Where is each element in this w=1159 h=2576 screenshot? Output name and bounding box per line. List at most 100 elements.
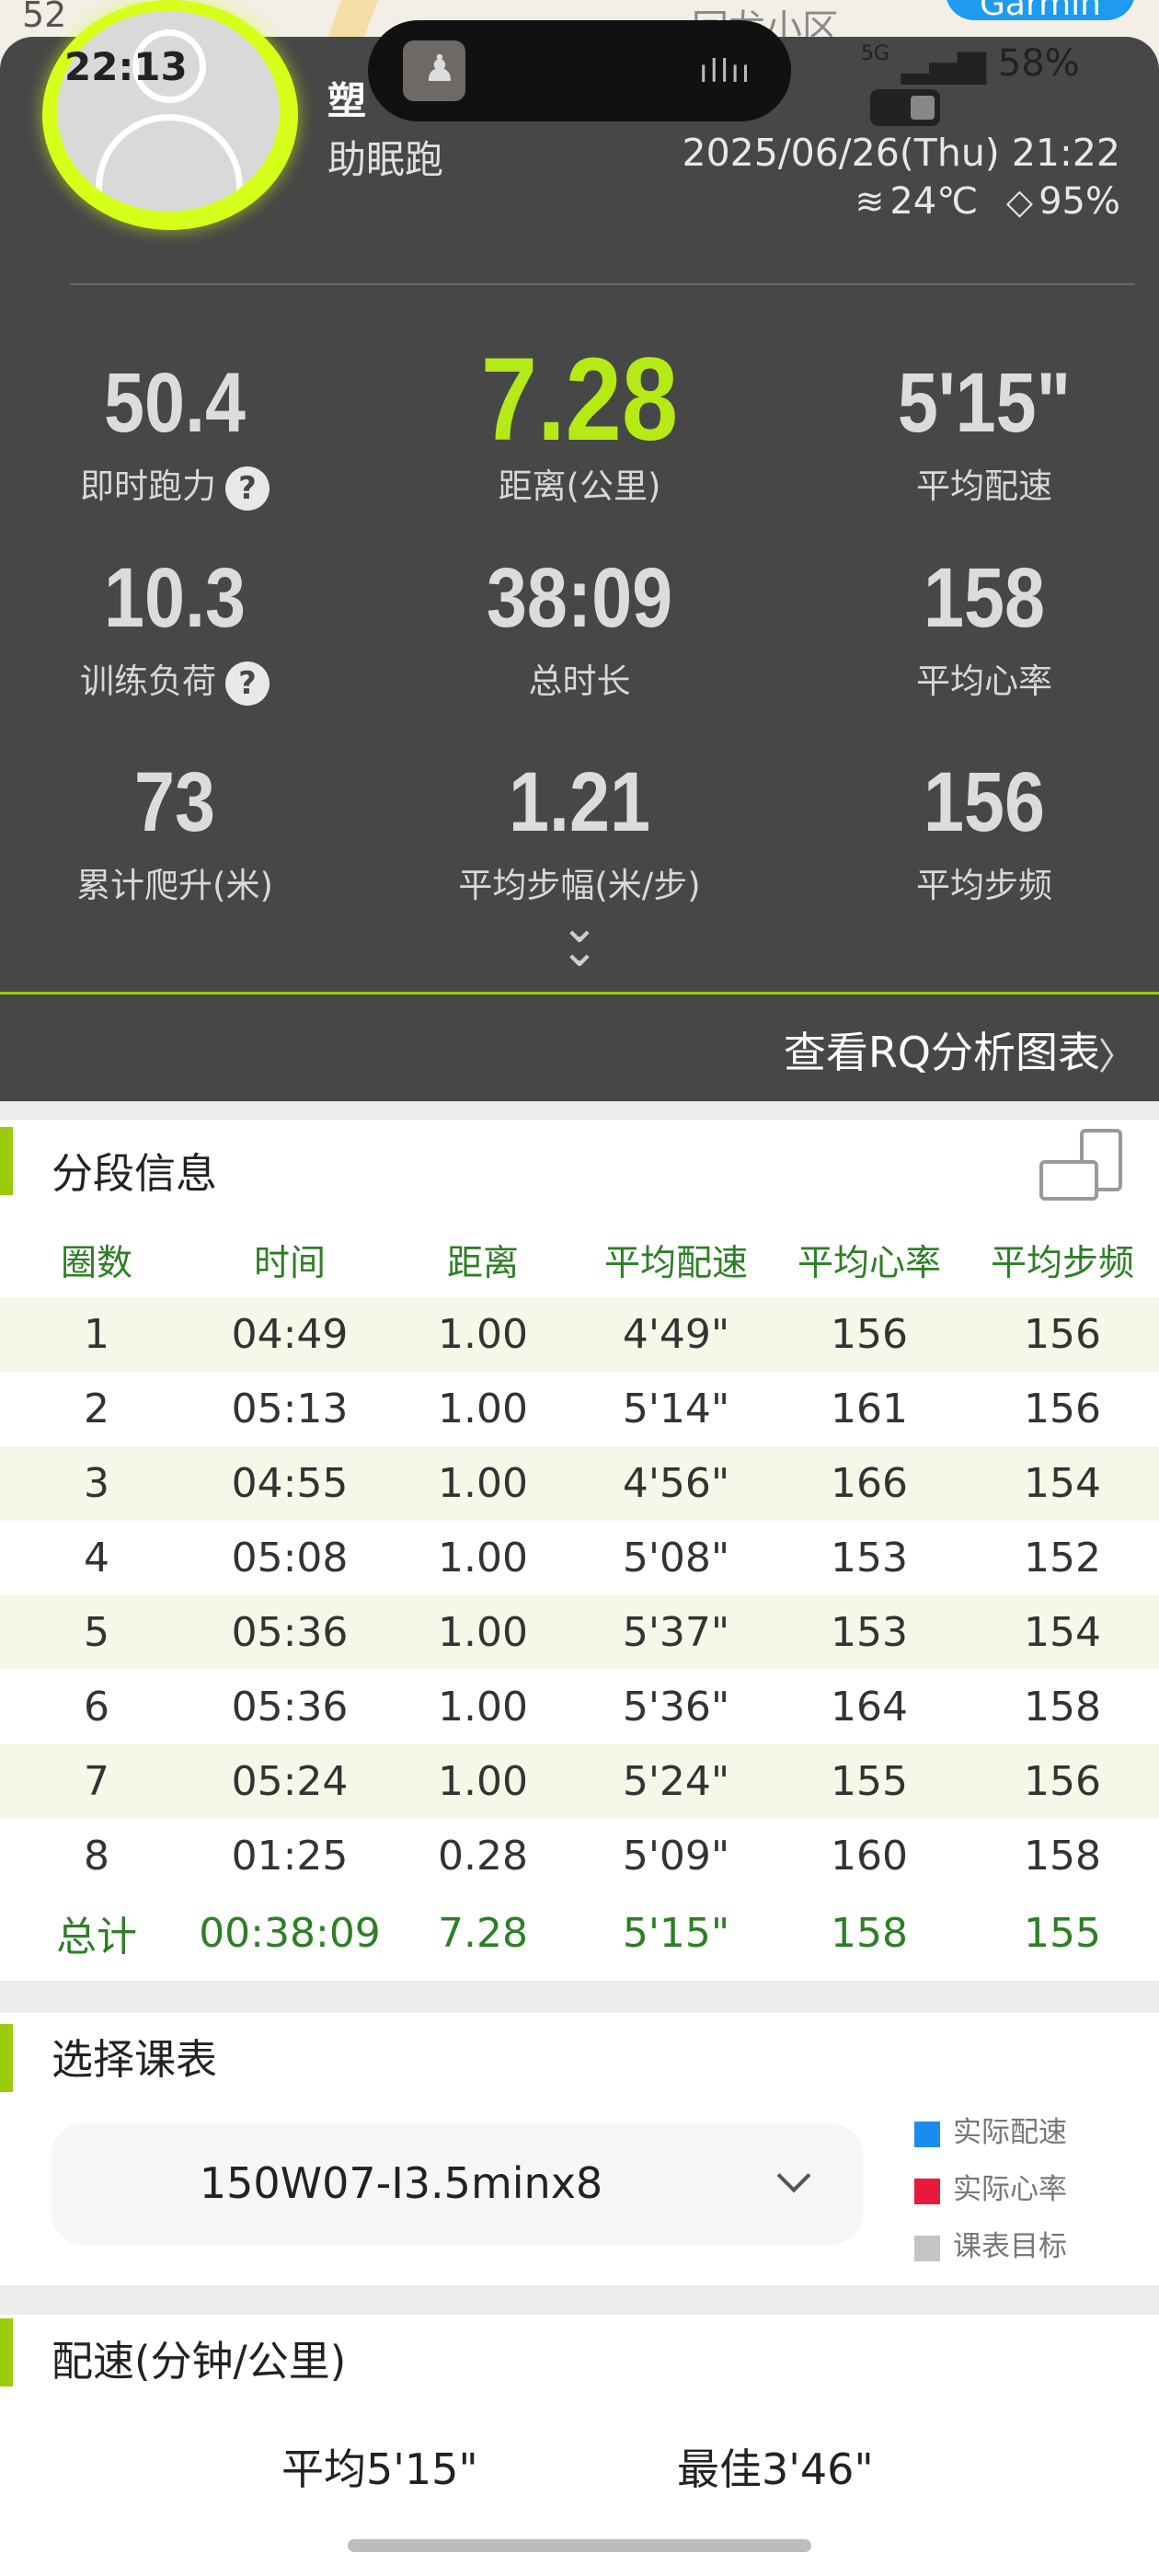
figure-icon: ♟	[423, 48, 456, 90]
rotate-screen-icon-landscape	[1039, 1160, 1098, 1201]
table-cell: 158	[1024, 1833, 1101, 1880]
stat-elevation-gain: 73 累计爬升(米)	[0, 756, 368, 907]
battery-icon	[870, 89, 940, 126]
table-cell: 4'56"	[622, 1460, 730, 1507]
column-header: 平均配速	[603, 1242, 748, 1284]
section-title: 选择课表	[52, 2035, 218, 2084]
humidity-icon: ◇	[1005, 181, 1034, 222]
stat-vdot: 50.4 即时跑力?	[0, 357, 368, 511]
table-cell: 5'09"	[622, 1833, 730, 1880]
legend-label: 课表目标	[953, 2230, 1067, 2263]
legend-item: 课表目标	[914, 2223, 1067, 2264]
table-cell: 1	[84, 1311, 109, 1358]
total-cell: 5'15"	[622, 1909, 730, 1957]
table-cell: 154	[1024, 1609, 1101, 1656]
column-header: 时间	[253, 1242, 326, 1284]
total-cell: 7.28	[438, 1909, 528, 1957]
dynamic-island[interactable]: ♟ ıllıı	[368, 20, 791, 121]
table-cell: 156	[1024, 1311, 1101, 1358]
wind-icon: ≋	[855, 181, 885, 222]
table-row: 1 04:49 1.00 4'49" 156 156	[0, 1297, 1159, 1372]
table-cell: 153	[831, 1535, 908, 1581]
section-accent-bar	[0, 2024, 13, 2092]
stat-value: 38:09	[486, 551, 673, 645]
table-total-row: 总计 00:38:09 7.28 5'15" 158 155	[0, 1893, 1159, 1972]
table-cell: 5'37"	[622, 1609, 730, 1656]
legend-swatch	[914, 2178, 940, 2204]
avatar[interactable]	[57, 11, 280, 212]
stat-label: 平均配速	[916, 466, 1052, 506]
legend-swatch	[914, 2121, 940, 2147]
table-cell: 161	[831, 1386, 908, 1432]
stat-label: 总时长	[528, 661, 631, 701]
table-cell: 1.00	[438, 1609, 528, 1656]
table-cell: 152	[1024, 1535, 1101, 1581]
column-header: 距离	[446, 1242, 519, 1284]
stat-stride-length: 1.21 平均步幅(米/步)	[386, 756, 773, 907]
stat-distance: 7.28 距离(公里)	[386, 340, 773, 508]
table-cell: 6	[84, 1684, 109, 1731]
column-header: 平均心率	[797, 1242, 941, 1284]
stat-label: 平均心率	[916, 661, 1052, 701]
table-cell: 1.00	[438, 1311, 528, 1358]
table-cell: 5'36"	[622, 1684, 730, 1731]
table-cell: 164	[831, 1684, 908, 1731]
chevron-right-icon[interactable]: 〉	[1098, 1027, 1135, 1080]
table-cell: 7	[84, 1758, 109, 1805]
help-icon[interactable]: ?	[225, 466, 270, 511]
legend-item: 实际心率	[914, 2166, 1067, 2207]
run-summary-card: 22:13 ♟ ıllıı 5G ▂▄▆ 58% 塑 助眠跑 2025/06/2…	[0, 0, 1159, 1101]
table-cell: 1.00	[438, 1684, 528, 1731]
signal-icon: ▂▄▆	[901, 42, 987, 85]
table-cell: 1.00	[438, 1386, 528, 1432]
home-indicator[interactable]	[348, 2539, 811, 2552]
battery-percent: 58%	[997, 42, 1080, 85]
table-row: 5 05:36 1.00 5'37" 153 154	[0, 1595, 1159, 1670]
table-body: 1 04:49 1.00 4'49" 156 156 2 05:13 1.00 5'14" 161 1…	[0, 1297, 1159, 1893]
splits-section: 分段信息 圈数 时间 距离 平均配速 平均心率 平均步频 1 04:49 1.00 4…	[0, 1120, 1159, 1981]
table-cell: 04:55	[231, 1460, 349, 1507]
table-cell: 01:25	[231, 1833, 349, 1880]
stat-avg-pace: 5'15" 平均配速	[791, 357, 1159, 508]
rotate-screen-icon[interactable]	[1039, 1129, 1122, 1202]
expand-chevron-icon[interactable]: ⌄ ⌄	[548, 903, 611, 973]
run-datetime: 2025/06/26(Thu) 21:22	[682, 131, 1120, 175]
pace-average: 平均5'15"	[281, 2444, 478, 2494]
temperature: 24℃	[889, 180, 979, 223]
stat-value: 5'15"	[897, 356, 1072, 450]
weather-info: ≋ 24℃ ◇ 95%	[855, 180, 1120, 223]
section-accent-bar	[0, 2318, 13, 2386]
table-cell: 4'49"	[622, 1311, 730, 1358]
table-cell: 0.28	[438, 1833, 528, 1880]
section-accent-bar	[0, 1127, 13, 1195]
section-title: 分段信息	[52, 1149, 218, 1198]
table-cell: 153	[831, 1609, 908, 1656]
table-cell: 2	[84, 1386, 109, 1432]
table-cell: 05:36	[231, 1684, 349, 1731]
table-cell: 05:13	[231, 1386, 349, 1432]
table-row: 8 01:25 0.28 5'09" 160 158	[0, 1819, 1159, 1893]
table-cell: 5	[84, 1609, 109, 1656]
brand-badge[interactable]: Garmin	[946, 0, 1135, 23]
table-cell: 8	[84, 1833, 109, 1880]
chevron-down-icon	[776, 2158, 811, 2193]
total-cell: 总计	[56, 1914, 137, 1961]
pace-best: 最佳3'46"	[677, 2444, 874, 2494]
table-cell: 5'08"	[622, 1535, 730, 1581]
table-cell: 05:36	[231, 1609, 349, 1656]
table-cell: 156	[1024, 1758, 1101, 1805]
plan-dropdown[interactable]: 150W07-I3.5minx8	[52, 2123, 863, 2245]
plan-section: 选择课表 150W07-I3.5minx8 实际配速 实际心率 课表目标	[0, 2013, 1159, 2285]
table-cell: 3	[84, 1460, 109, 1507]
rq-analysis-link[interactable]: 查看RQ分析图表	[784, 1019, 1100, 1080]
table-cell: 05:24	[231, 1758, 349, 1805]
stat-label: 平均步频	[916, 866, 1052, 905]
status-indicators: 5G ▂▄▆ 58%	[861, 42, 1159, 127]
table-cell: 166	[831, 1460, 908, 1507]
table-cell: 5'14"	[622, 1386, 730, 1432]
table-cell: 4	[84, 1535, 109, 1581]
help-icon[interactable]: ?	[225, 661, 270, 706]
status-time: 22:13	[64, 44, 188, 89]
stat-label: 累计爬升(米)	[76, 866, 273, 905]
stat-value: 156	[923, 755, 1046, 849]
